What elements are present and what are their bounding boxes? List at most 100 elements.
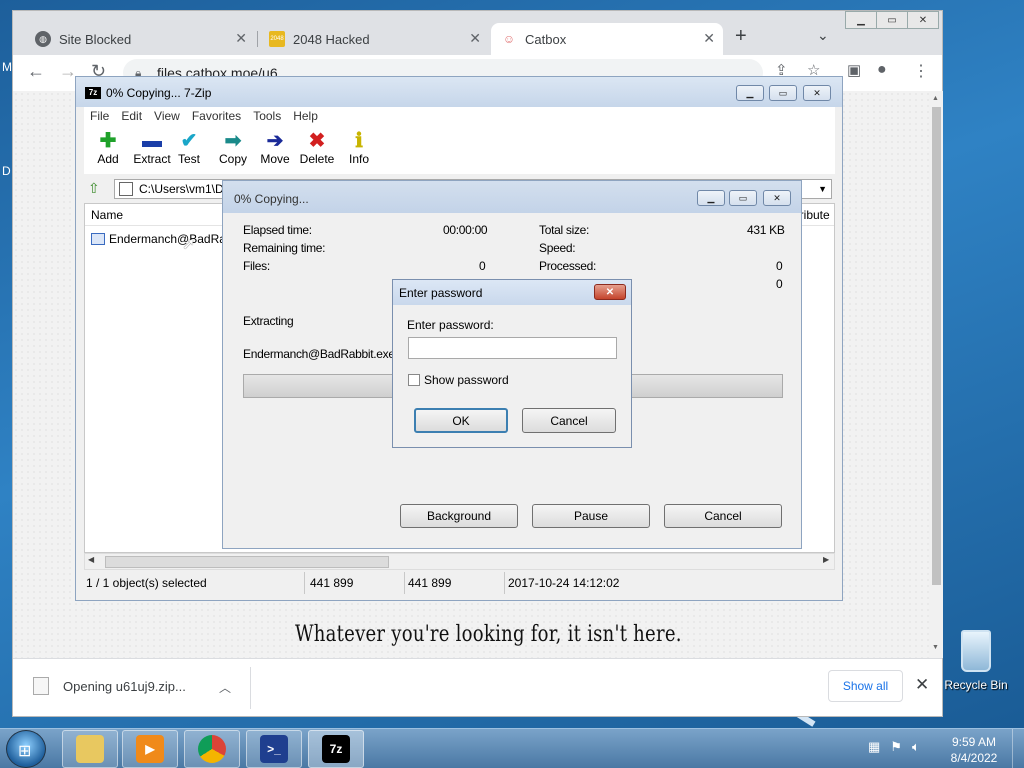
network-icon[interactable]: ▦ <box>868 739 880 755</box>
taskbar-media-player[interactable]: ▶ <box>122 730 178 768</box>
tab-site-blocked[interactable]: ◍ Site Blocked ✕ <box>25 23 255 55</box>
cat-icon: ☺ <box>502 32 516 46</box>
tab-2048-hacked[interactable]: 2048 2048 Hacked ✕ <box>259 23 489 55</box>
profile-icon[interactable]: ● <box>877 61 887 79</box>
menu-favorites[interactable]: Favorites <box>186 107 247 126</box>
taskbar: ⊞ ▶ >_ 7z ▦ ⚑ 🔈︎ 9:59 AM 8/4/2022 <box>0 728 1024 768</box>
desktop-icon-label: M <box>2 60 12 74</box>
system-tray: ▦ ⚑ 🔈︎ <box>868 739 920 755</box>
close-tab-icon[interactable]: ✕ <box>469 30 481 47</box>
taskbar-chrome[interactable] <box>184 730 240 768</box>
new-tab-icon[interactable]: + <box>735 25 747 48</box>
show-all-button[interactable]: Show all <box>828 670 903 702</box>
status-bar: 1 / 1 object(s) selected 441 899 441 899… <box>84 572 835 594</box>
clock[interactable]: 9:59 AM 8/4/2022 <box>944 734 1004 766</box>
list-item[interactable]: Endermanch@BadRab <box>91 232 233 246</box>
scroll-right-icon[interactable]: ▶ <box>823 555 829 564</box>
powershell-icon: >_ <box>260 735 288 763</box>
tab-catbox[interactable]: ☺ Catbox ✕ <box>491 23 723 55</box>
horizontal-scrollbar[interactable]: ◀ ▶ <box>84 553 835 570</box>
speed-label: Speed: <box>539 241 576 255</box>
restore-icon[interactable]: ▭ <box>876 11 908 29</box>
window-title: 0% Copying... 7-Zip <box>106 86 212 100</box>
cancel-button[interactable]: Cancel <box>664 504 782 528</box>
minimize-icon[interactable]: ▁ <box>736 85 764 101</box>
files-value: 0 <box>479 259 486 273</box>
menu-tools[interactable]: Tools <box>247 107 287 126</box>
password-input[interactable] <box>408 337 617 359</box>
close-icon[interactable]: ✕ <box>907 11 939 29</box>
chevron-down-icon[interactable]: ⌄ <box>817 27 829 44</box>
close-tab-icon[interactable]: ✕ <box>703 30 715 47</box>
scroll-left-icon[interactable]: ◀ <box>88 555 94 564</box>
show-password-checkbox[interactable]: Show password <box>408 373 509 387</box>
desktop-icon-label: D <box>2 164 11 178</box>
delete-button[interactable]: ✖ Delete <box>294 130 340 166</box>
chevron-up-icon[interactable]: ︿ <box>219 679 231 696</box>
volume-icon[interactable]: 🔈︎ <box>912 739 920 755</box>
page-scrollbar[interactable]: ▲ ▼ <box>929 91 943 658</box>
scroll-thumb[interactable] <box>932 107 941 585</box>
folder-up-icon[interactable]: ⇧ <box>88 180 106 198</box>
minimize-icon[interactable]: ▁ <box>845 11 877 29</box>
media-player-icon: ▶ <box>136 735 164 763</box>
back-icon[interactable]: ← <box>27 61 45 82</box>
recycle-bin[interactable]: Recycle Bin <box>944 630 1008 692</box>
info-icon: ℹ <box>355 130 363 152</box>
download-bar: Opening u61uj9.zip... ︿ Show all ✕ <box>13 658 942 716</box>
download-item[interactable]: Opening u61uj9.zip... <box>33 677 186 695</box>
menu-view[interactable]: View <box>148 107 186 126</box>
start-button[interactable]: ⊞ <box>6 730 46 768</box>
7zip-icon: 7z <box>322 735 350 763</box>
test-button[interactable]: ✔ Test <box>170 130 208 166</box>
time: 9:59 AM <box>951 735 997 749</box>
menu-edit[interactable]: Edit <box>115 107 148 126</box>
scroll-up-icon[interactable]: ▲ <box>932 95 939 102</box>
background-button[interactable]: Background <box>400 504 518 528</box>
action-center-icon[interactable]: ⚑ <box>890 739 902 755</box>
show-desktop-button[interactable] <box>1012 729 1024 768</box>
close-icon[interactable]: ✕ <box>803 85 831 101</box>
dialog-titlebar: Enter password ✕ <box>393 280 631 305</box>
close-icon[interactable]: ✕ <box>763 190 791 206</box>
taskbar-explorer[interactable] <box>62 730 118 768</box>
processed-value: 0 <box>776 259 783 273</box>
remaining-label: Remaining time: <box>243 241 326 255</box>
taskbar-7zip[interactable]: 7z <box>308 730 364 768</box>
menu-dots-icon[interactable]: ⋮ <box>913 61 929 81</box>
2048-icon: 2048 <box>269 31 285 47</box>
drive-icon <box>119 182 133 196</box>
close-tab-icon[interactable]: ✕ <box>235 30 247 47</box>
pause-button[interactable]: Pause <box>532 504 650 528</box>
side-panel-icon[interactable]: ▣ <box>847 61 861 79</box>
checkbox-icon[interactable] <box>408 374 420 386</box>
cancel-button[interactable]: Cancel <box>522 408 616 433</box>
windows-logo-icon: ⊞ <box>18 743 32 760</box>
tool-label: Move <box>260 152 290 166</box>
processed-label: Processed: <box>539 259 597 273</box>
selection-status: 1 / 1 object(s) selected <box>86 576 207 590</box>
column-name[interactable]: Name <box>91 208 123 222</box>
info-button[interactable]: ℹ Info <box>340 130 378 166</box>
status-size: 441 899 <box>310 576 354 590</box>
double-arrow-icon: ➡ <box>224 130 242 152</box>
minimize-icon[interactable]: ▁ <box>697 190 725 206</box>
arrow-right-icon: ➔ <box>266 130 284 152</box>
ok-button[interactable]: OK <box>414 408 508 433</box>
total-size-value: 431 KB <box>747 223 785 237</box>
exe-file-icon <box>91 233 105 245</box>
move-button[interactable]: ➔ Move <box>254 130 296 166</box>
dialog-title: Enter password <box>399 286 483 300</box>
scroll-thumb[interactable] <box>105 556 389 568</box>
menu-file[interactable]: File <box>84 107 115 126</box>
close-icon[interactable]: ✕ <box>594 284 626 300</box>
scroll-down-icon[interactable]: ▼ <box>932 644 939 651</box>
maximize-icon[interactable]: ▭ <box>769 85 797 101</box>
taskbar-powershell[interactable]: >_ <box>246 730 302 768</box>
close-icon[interactable]: ✕ <box>915 675 929 695</box>
recycle-bin-icon <box>961 630 991 672</box>
maximize-icon[interactable]: ▭ <box>729 190 757 206</box>
copy-button[interactable]: ➡ Copy <box>212 130 254 166</box>
menu-help[interactable]: Help <box>287 107 324 126</box>
dropdown-arrow-icon[interactable]: ▼ <box>818 180 827 198</box>
